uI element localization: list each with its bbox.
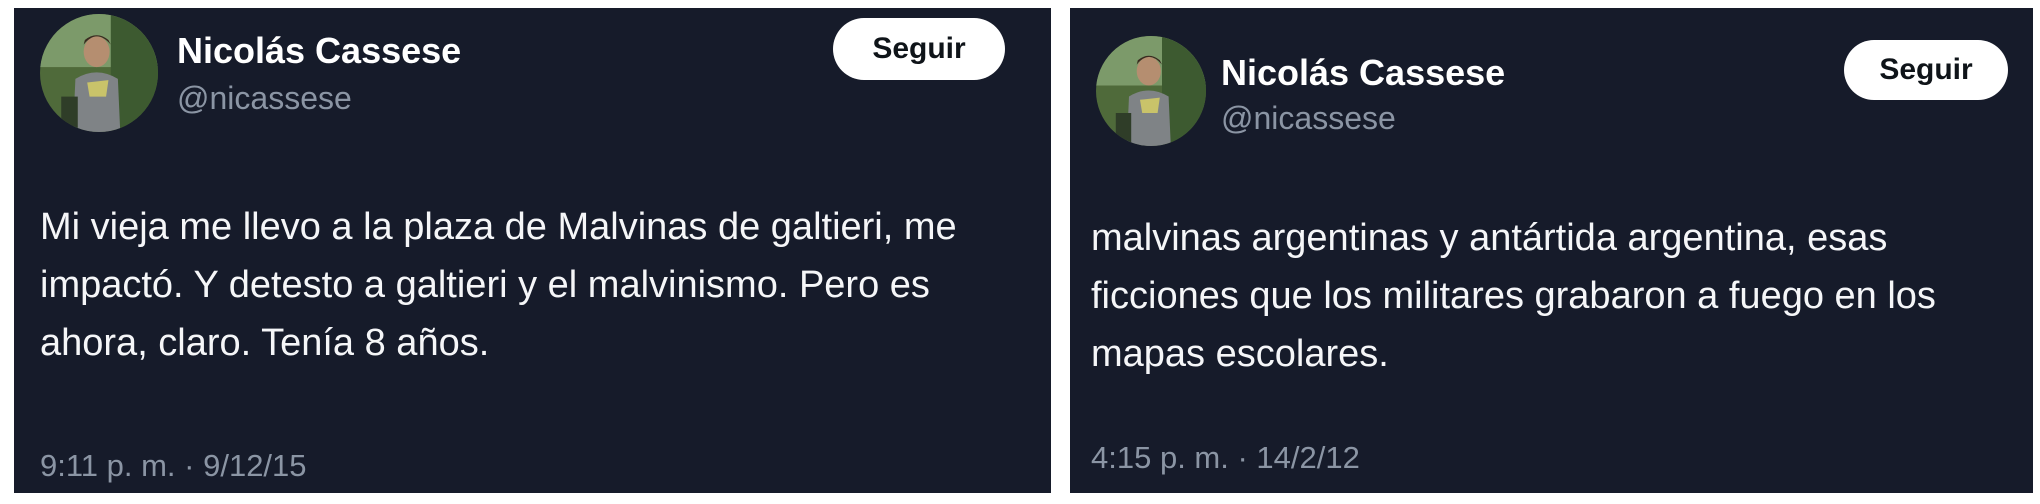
tweet-text: Mi vieja me llevo a la plaza de Malvinas… — [40, 206, 957, 364]
avatar[interactable] — [40, 14, 158, 132]
follow-button[interactable]: Seguir — [1844, 40, 2008, 100]
avatar[interactable] — [1096, 36, 1206, 146]
author-handle[interactable]: @nicassese — [1221, 100, 1396, 137]
tweet-timestamp[interactable]: 4:15 p. m. · 14/2/12 — [1091, 440, 1360, 476]
tweet-card: Nicolás Cassese @nicassese Seguir Mi vie… — [14, 8, 1051, 493]
author-name[interactable]: Nicolás Cassese — [177, 30, 461, 72]
avatar-photo — [1096, 36, 1206, 146]
follow-button[interactable]: Seguir — [833, 18, 1005, 80]
tweet-text: malvinas argentinas y antártida argentin… — [1091, 217, 1936, 375]
author-name[interactable]: Nicolás Cassese — [1221, 52, 1505, 94]
tweet-card: Nicolás Cassese @nicassese Seguir malvin… — [1070, 8, 2033, 493]
tweet-timestamp[interactable]: 9:11 p. m. · 9/12/15 — [40, 448, 307, 484]
avatar-photo — [40, 14, 158, 132]
author-handle[interactable]: @nicassese — [177, 80, 352, 117]
